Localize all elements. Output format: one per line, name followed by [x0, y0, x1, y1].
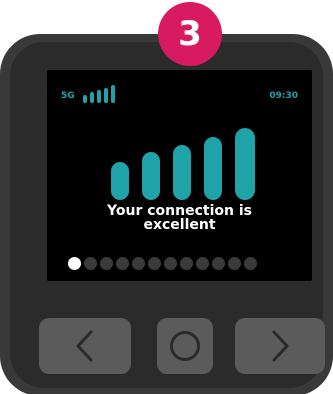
device-screen: 5G 09:30 Your connection is excellent [47, 70, 312, 281]
status-bar: 5G 09:30 [61, 84, 298, 106]
page-dot [196, 256, 209, 270]
message-line-1: Your connection is [107, 203, 252, 219]
chevron-left-icon [76, 330, 93, 362]
connection-signal-icon [111, 128, 255, 200]
page-dot [132, 256, 145, 270]
page-dot [228, 256, 241, 270]
previous-button[interactable] [39, 318, 131, 374]
clock-label: 09:30 [269, 91, 298, 101]
signal-strength-icon [83, 85, 115, 103]
message-line-2: excellent [143, 217, 216, 233]
page-dot [244, 256, 257, 270]
signal-bar-4 [104, 88, 108, 103]
network-type-label: 5G [61, 91, 75, 101]
page-dot [212, 256, 225, 270]
connection-bar-1 [111, 162, 129, 200]
page-dot [100, 256, 113, 270]
connection-bar-2 [142, 152, 160, 200]
connection-bar-5 [235, 128, 255, 200]
connection-message: Your connection is excellent [47, 204, 312, 232]
select-button[interactable] [157, 318, 213, 374]
page-dot [116, 256, 129, 270]
device-controls [39, 318, 325, 374]
page-dot [164, 256, 177, 270]
page-indicator [68, 256, 303, 270]
connection-bar-4 [204, 137, 222, 200]
next-button[interactable] [235, 318, 325, 374]
page-dot [180, 256, 193, 270]
stage: 3 5G 09:30 Your connection is excellent [0, 0, 333, 394]
page-dot-active [68, 256, 81, 270]
connection-bar-3 [173, 145, 191, 200]
step-number-badge: 3 [158, 2, 222, 66]
circle-icon [170, 331, 200, 361]
page-dot [148, 256, 161, 270]
signal-bar-3 [97, 90, 101, 103]
chevron-right-icon [272, 330, 289, 362]
signal-bar-5 [111, 85, 115, 103]
page-dot [84, 256, 97, 270]
signal-bar-1 [83, 95, 87, 103]
signal-bar-2 [90, 92, 94, 103]
